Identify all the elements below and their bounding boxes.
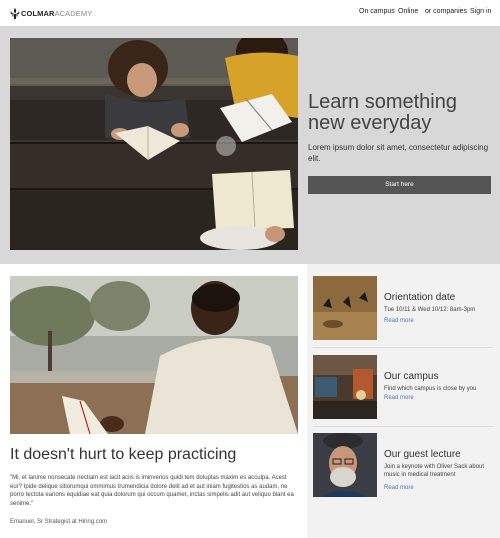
article-quote: "Mi, et lanime nonsecate nectiam est lac… [10,475,294,507]
card-image-campus [313,355,377,419]
card-description: Find which campus is close by you [384,386,477,392]
logo-text-bold: COLMAR [21,8,55,18]
card-guest-lecture: Our guest lecture Join a keynote with Ol… [313,433,493,501]
card-orientation: Orientation date Tue 10/11 & Wed 10/12: … [313,276,493,344]
nav-for-companies[interactable]: or companies [425,8,467,15]
card-description: Tue 10/11 & Wed 10/12: 8am-3pm [384,307,476,313]
logo-text-light: ACADEMY [54,8,93,18]
article-image [10,276,298,434]
fleur-de-lis-icon [10,7,20,19]
site-header: COLMARACADEMY On campus Online or compan… [0,0,500,26]
divider [313,347,493,348]
sidebar: Orientation date Tue 10/11 & Wed 10/12: … [307,264,500,538]
card-image-lecture [313,433,377,497]
card-title: Orientation date [384,292,456,303]
read-more-link[interactable]: Read more [384,485,414,491]
read-more-link[interactable]: Read more [384,318,414,324]
nav-sign-in[interactable]: Sign in [470,8,491,15]
nav-online[interactable]: Online [398,8,418,15]
card-title: Our campus [384,371,439,382]
article-title: It doesn't hurt to keep practicing [10,446,237,463]
card-description: Join a keynote with Oliver Sack about mu… [384,464,485,478]
nav-on-campus[interactable]: On campus [359,8,395,15]
article-author: Emanuel, Sr Strategist at Hiring.com [10,519,108,525]
read-more-link[interactable]: Read more [384,395,414,401]
divider [313,426,493,427]
card-title: Our guest lecture [384,449,461,460]
hero-section: Learn something new everyday Lorem ipsum… [0,26,500,264]
hero-image [10,38,298,250]
hero-title: Learn something new everyday [308,91,457,134]
card-image-orientation [313,276,377,340]
start-here-button[interactable]: Start here [308,176,491,194]
content-section: It doesn't hurt to keep practicing "Mi, … [0,264,500,538]
card-campus: Our campus Find which campus is close by… [313,355,493,423]
hero-subtitle: Lorem ipsum dolor sit amet, consectetur … [308,143,489,163]
logo[interactable]: COLMARACADEMY [10,7,92,19]
